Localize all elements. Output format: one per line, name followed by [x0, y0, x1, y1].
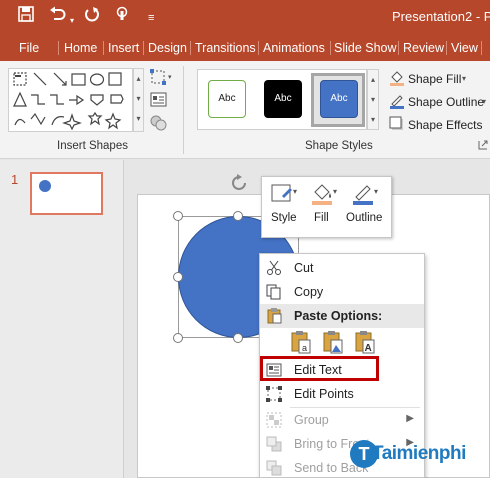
ribbon-separator [183, 66, 184, 154]
window-title: Presentation2 - P [392, 9, 490, 24]
edit-shape-icon[interactable]: ▾ [150, 69, 176, 88]
chevron-down-icon[interactable]: ▾ [482, 97, 486, 106]
chevron-right-icon: ▶ [406, 413, 414, 424]
resize-handle[interactable] [233, 333, 243, 343]
shape-effects-button[interactable]: Shape Effects [408, 118, 483, 132]
watermark-text: Taimienphi [372, 443, 466, 464]
shape-outline-button[interactable]: Shape Outline [408, 95, 484, 109]
customize-toolbar-icon[interactable]: ≡ [148, 8, 154, 28]
paste-options-header: Paste Options: [260, 304, 424, 328]
resize-handle[interactable] [173, 211, 183, 221]
copy-menu-item[interactable]: Copy [260, 280, 424, 304]
dialog-launcher-icon[interactable] [478, 139, 488, 153]
scissors-icon [266, 260, 282, 276]
group-icon [266, 412, 282, 428]
copy-label: Copy [294, 285, 324, 299]
edit-points-menu-item[interactable]: Edit Points [260, 382, 424, 406]
paste-text-only-icon[interactable]: A [354, 330, 376, 357]
merge-shapes-icon[interactable] [150, 115, 168, 134]
shape-fill-button[interactable]: Shape Fill [408, 72, 461, 86]
cut-menu-item[interactable]: Cut [260, 256, 424, 280]
paste-use-destination-theme-icon[interactable]: a [290, 330, 312, 357]
tab-animations[interactable]: Animations [263, 40, 325, 56]
undo-dropdown-icon[interactable]: ▾ [70, 11, 74, 31]
shapes-gallery-scroll[interactable]: ▴ ▾ ▾ [133, 68, 144, 132]
send-to-back-icon [266, 460, 282, 476]
clipboard-icon [266, 308, 282, 324]
fill-icon[interactable]: ▾ [310, 180, 340, 209]
style-button[interactable]: Style [271, 212, 297, 224]
text-box-icon[interactable] [150, 92, 168, 111]
shape-styles-scroll[interactable]: ▴ ▾ ▾ [367, 69, 379, 130]
tab-view[interactable]: View [451, 40, 478, 56]
svg-text:▾: ▾ [333, 187, 337, 196]
insert-shapes-group-label: Insert Shapes [57, 140, 128, 152]
paste-options-label: Paste Options: [294, 309, 383, 323]
edit-text-highlight [260, 356, 379, 381]
tab-design[interactable]: Design [148, 40, 187, 56]
svg-text:A: A [365, 343, 372, 354]
bring-to-front-icon [266, 436, 282, 452]
group-menu-item[interactable]: Group ▶ [260, 408, 424, 432]
slide-number: 1 [11, 172, 19, 187]
watermark: T Taimienphi [350, 440, 490, 472]
cut-label: Cut [294, 261, 314, 275]
shape-effects-icon[interactable] [389, 116, 405, 135]
resize-handle[interactable] [233, 211, 243, 221]
tab-file[interactable]: File [19, 40, 39, 56]
tab-slide-show[interactable]: Slide Show [334, 40, 397, 56]
tab-home[interactable]: Home [64, 40, 97, 56]
paste-picture-icon[interactable] [322, 330, 344, 357]
svg-text:▾: ▾ [374, 187, 378, 196]
copy-icon [266, 284, 282, 300]
shape-fill-icon[interactable] [389, 70, 405, 89]
resize-handle[interactable] [173, 333, 183, 343]
outline-button[interactable]: Outline [346, 212, 382, 224]
slide-thumbnail[interactable] [30, 172, 103, 215]
style-icon[interactable]: ▾ [270, 182, 300, 209]
redo-icon[interactable] [84, 6, 100, 28]
shape-outline-icon[interactable] [389, 93, 405, 112]
chevron-down-icon[interactable]: ▾ [462, 74, 466, 83]
style-swatch[interactable]: Abc [208, 80, 246, 118]
outline-icon[interactable]: ▾ [351, 180, 381, 209]
save-icon[interactable] [18, 6, 34, 28]
rotate-handle-icon[interactable] [228, 172, 250, 197]
undo-icon[interactable] [49, 6, 67, 28]
tab-insert[interactable]: Insert [108, 40, 139, 56]
shape-styles-group-label: Shape Styles [305, 140, 373, 152]
touch-mode-icon[interactable] [114, 6, 132, 28]
tab-review[interactable]: Review [403, 40, 444, 56]
edit-points-label: Edit Points [294, 387, 354, 401]
style-swatch[interactable]: Abc [264, 80, 302, 118]
svg-text:▾: ▾ [293, 187, 297, 196]
style-swatch[interactable]: Abc [320, 80, 358, 118]
shapes-gallery[interactable] [8, 68, 133, 132]
svg-text:▾: ▾ [168, 74, 172, 81]
tab-transitions[interactable]: Transitions [195, 40, 256, 56]
thumbnail-circle-shape [39, 180, 51, 192]
resize-handle[interactable] [173, 272, 183, 282]
edit-points-icon [266, 386, 282, 402]
group-label: Group [294, 413, 329, 427]
fill-button[interactable]: Fill [314, 212, 329, 224]
svg-text:a: a [302, 343, 307, 353]
